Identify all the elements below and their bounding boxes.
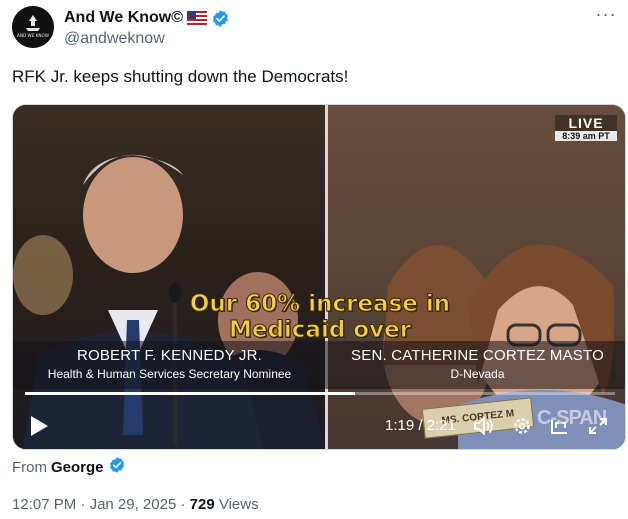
- video-time-display: 1:19 / 2:21: [385, 417, 456, 434]
- video-progress-bar[interactable]: [25, 392, 615, 395]
- us-flag-icon: [187, 11, 208, 25]
- fullscreen-icon[interactable]: [587, 416, 609, 436]
- play-icon[interactable]: [29, 415, 49, 437]
- video-caption-line-1: Our 60% increase in: [189, 291, 451, 318]
- author-handle[interactable]: @andweknow: [64, 30, 165, 48]
- live-indicator: LIVE 8:39 am PT: [555, 115, 617, 141]
- speaker-silhouette: [13, 154, 326, 449]
- verified-badge-icon[interactable]: [211, 9, 230, 28]
- tweet-meta: 12:07 PM · Jan 29, 2025 · 729 Views: [12, 496, 259, 513]
- views-count: 729: [189, 496, 215, 513]
- svg-text:AND WE KNOW: AND WE KNOW: [17, 33, 49, 38]
- author-name-row: And We Know©: [64, 8, 230, 28]
- right-chyron-name: SEN. CATHERINE CORTEZ MASTO: [351, 347, 604, 364]
- verified-badge-icon: [108, 456, 126, 478]
- live-time: 8:39 am PT: [555, 131, 617, 141]
- meta-separator: ·: [176, 496, 190, 513]
- video-progress-fill: [25, 392, 356, 395]
- views-label: Views: [214, 496, 259, 513]
- video-player[interactable]: LIVE 8:39 am PT ROBERT F. KENNEDY JR. He…: [12, 104, 626, 450]
- tweet-time[interactable]: 12:07 PM: [12, 496, 76, 513]
- left-chyron-name: ROBERT F. KENNEDY JR.: [76, 347, 263, 364]
- video-caption-line-2: Medicaid over: [228, 317, 412, 344]
- tweet-date[interactable]: Jan 29, 2025: [90, 496, 177, 513]
- left-chyron-title: Health & Human Services Secretary Nomine…: [47, 367, 292, 381]
- video-left-panel: [13, 105, 326, 449]
- live-label: LIVE: [555, 115, 617, 131]
- avatar-logo-icon: AND WE KNOW: [12, 6, 54, 48]
- video-attribution: From George: [12, 456, 126, 478]
- meta-separator: ·: [76, 496, 90, 513]
- tweet-text: RFK Jr. keeps shutting down the Democrat…: [12, 67, 349, 86]
- senator-silhouette: [328, 105, 625, 449]
- video-right-panel: [328, 105, 625, 449]
- author-display-name[interactable]: And We Know©: [64, 9, 183, 27]
- captions-icon[interactable]: [549, 416, 571, 436]
- attribution-user-link[interactable]: George: [51, 459, 104, 476]
- more-icon[interactable]: ···: [594, 5, 618, 26]
- avatar[interactable]: AND WE KNOW: [12, 6, 54, 48]
- volume-icon[interactable]: [473, 416, 495, 436]
- attribution-prefix: From: [12, 458, 47, 476]
- right-chyron-title: D-Nevada: [450, 367, 505, 381]
- settings-icon[interactable]: [511, 416, 533, 436]
